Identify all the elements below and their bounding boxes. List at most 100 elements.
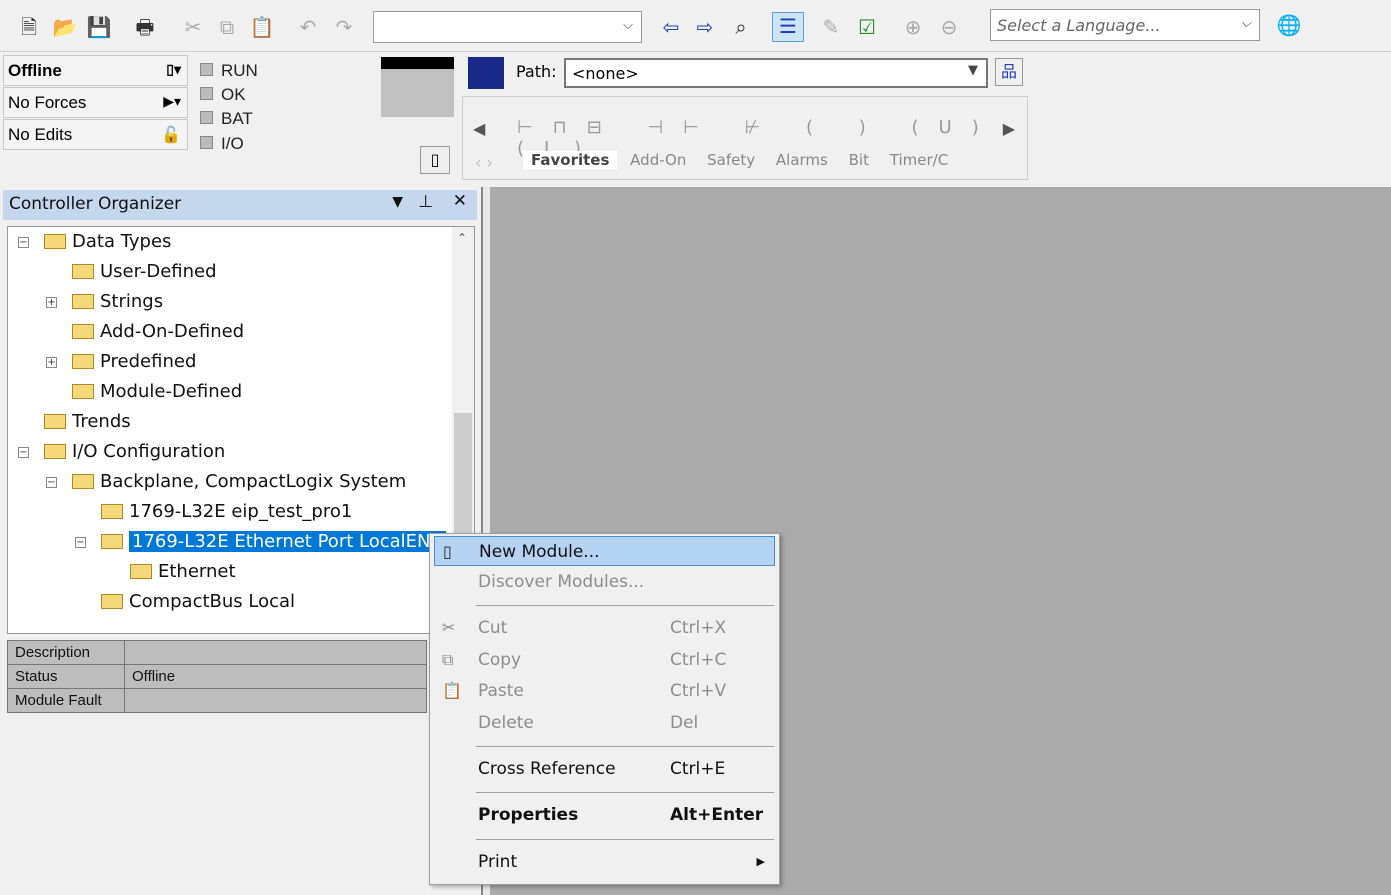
cut-icon: ✂ [442,618,456,637]
menu-item-discover-modules[interactable]: Discover Modules... [434,567,775,597]
tree-node-label: User-Defined [100,261,217,282]
verify-controller-icon[interactable]: ☑ [854,14,880,40]
properties-blank [7,716,427,895]
scroll-right-icon[interactable]: ▶ [1003,119,1015,138]
dropdown-icon[interactable]: ▼ [392,194,403,210]
menu-item-label: Copy [478,650,522,670]
menu-item-label: Cut [478,618,508,638]
tree-node-label: CompactBus Local [129,591,296,612]
pin-icon[interactable]: ⊥ [418,192,433,212]
tree-node-label: I/O Configuration [72,441,226,462]
menu-item-properties[interactable]: Properties Alt+Enter [434,800,775,830]
menu-separator [476,839,774,840]
menu-separator [476,605,774,606]
cut-icon[interactable]: ✂ [180,14,206,40]
save-icon[interactable]: 💾 [86,14,112,40]
tree-node-label: Module-Defined [100,381,243,402]
undo-icon[interactable]: ↶ [295,14,321,40]
language-select[interactable]: Select a Language... ⌵ [990,9,1260,41]
scroll-up-icon[interactable]: ⌃ [457,231,467,245]
scroll-left-icon[interactable]: ◀ [473,119,485,138]
cross-reference-icon[interactable]: ⌕ [728,14,754,40]
forces-status[interactable]: No Forces ▶▾ [3,87,188,118]
collapse-icon[interactable]: − [18,237,29,248]
copy-icon[interactable]: ⧉ [214,14,240,40]
tree-node[interactable]: Module-Defined [72,379,242,405]
tree-node[interactable]: Trends [44,409,131,435]
mode-label: Offline [8,61,62,80]
collapse-icon[interactable]: − [18,447,29,458]
menu-item-cross-reference[interactable]: Cross Reference Ctrl+E [434,754,775,784]
open-folder-icon[interactable]: 📂 [52,14,78,40]
tree-node[interactable]: Ethernet [130,559,236,585]
folder-icon [101,504,123,519]
folder-icon [44,444,66,459]
paste-icon[interactable]: 📋 [249,14,275,40]
menu-item-copy[interactable]: ⧉ Copy Ctrl+C [434,645,775,675]
tree-node[interactable]: 1769-L32E eip_test_pro1 [101,499,352,525]
organizer-header: Controller Organizer ▼ ⊥ ✕ [3,190,477,220]
tree-node[interactable]: − Backplane, CompactLogix System [46,469,406,495]
tree-node[interactable]: CompactBus Local [101,589,295,615]
expand-icon[interactable]: + [46,357,57,368]
tab-safety[interactable]: Safety [699,151,763,169]
instruction-tabs: Favorites Add-On Safety Alarms Bit Timer… [523,151,956,169]
organizer-title: Controller Organizer [9,194,182,214]
collapse-icon[interactable]: − [46,477,57,488]
language-placeholder: Select a Language... [997,16,1161,35]
path-select[interactable]: <none> ▼ [564,58,988,88]
tree-node[interactable]: − 1769-L32E Ethernet Port LocalENB [75,529,446,555]
io-label: I/O [221,134,244,153]
forces-label: No Forces [8,93,87,112]
zoom-in-icon[interactable]: ⊕ [900,14,926,40]
controller-icon: ▯▾ [166,61,181,77]
menu-item-cut[interactable]: ✂ Cut Ctrl+X [434,613,775,643]
expand-icon[interactable]: + [46,297,57,308]
tab-scroll-icons[interactable]: ‹ › [475,153,493,172]
menu-item-delete[interactable]: Delete Del [434,708,775,738]
tree-view-icon[interactable]: ☰ [772,12,804,42]
print-icon[interactable]: 🖶 [132,14,158,40]
context-menu: ▯ New Module... Discover Modules... ✂ Cut Ctr… [429,533,780,885]
find-icon[interactable]: ⇦ [658,14,684,40]
ok-label: OK [221,85,246,104]
redo-icon[interactable]: ↷ [331,14,357,40]
close-icon[interactable]: ✕ [453,191,467,211]
tab-favorites[interactable]: Favorites [523,151,618,169]
search-combo[interactable]: ⌵ [373,11,642,43]
edits-status[interactable]: No Edits 🔓 [3,119,188,150]
globe-icon[interactable]: 🌐 [1276,12,1302,38]
tab-alarms[interactable]: Alarms [768,151,836,169]
tab-add-on[interactable]: Add-On [622,151,694,169]
tree-node[interactable]: + Predefined [46,349,196,375]
menu-item-label: Discover Modules... [478,572,645,592]
verify-icon[interactable]: ✎ [818,14,844,40]
keyswitch-icon [381,57,454,117]
zoom-out-icon[interactable]: ⊖ [936,14,962,40]
tree-node[interactable]: − Data Types [18,229,171,255]
tree-node[interactable]: User-Defined [72,259,217,285]
controller-button[interactable]: ▯ [420,146,450,174]
tab-timer[interactable]: Timer/C [882,151,956,169]
menu-item-label: Paste [478,681,524,701]
tree-node[interactable]: − I/O Configuration [18,439,226,465]
properties-grid: Description Status Offline Module Fault [7,640,427,713]
tree-node[interactable]: Add-On-Defined [72,319,244,345]
menu-item-print[interactable]: Print ▶ [434,847,775,877]
tree-node[interactable]: + Strings [46,289,163,315]
menu-item-new-module[interactable]: ▯ New Module... [434,536,775,566]
tab-bit[interactable]: Bit [841,151,877,169]
menu-separator [476,792,774,793]
bat-indicator: BAT [200,109,253,129]
find-next-icon[interactable]: ⇨ [692,14,718,40]
collapse-icon[interactable]: − [75,537,86,548]
tree-node-label: 1769-L32E Ethernet Port LocalENB [129,531,446,552]
folder-icon [130,564,152,579]
property-row: Status Offline [7,664,427,689]
mode-status[interactable]: Offline ▯▾ [3,55,188,86]
new-file-icon[interactable]: 🗎 [16,14,42,40]
who-active-button[interactable]: 品 [995,58,1023,86]
menu-item-paste[interactable]: 📋 Paste Ctrl+V [434,676,775,706]
menu-item-shortcut: Alt+Enter [670,805,764,825]
property-name: Module Fault [7,688,125,713]
